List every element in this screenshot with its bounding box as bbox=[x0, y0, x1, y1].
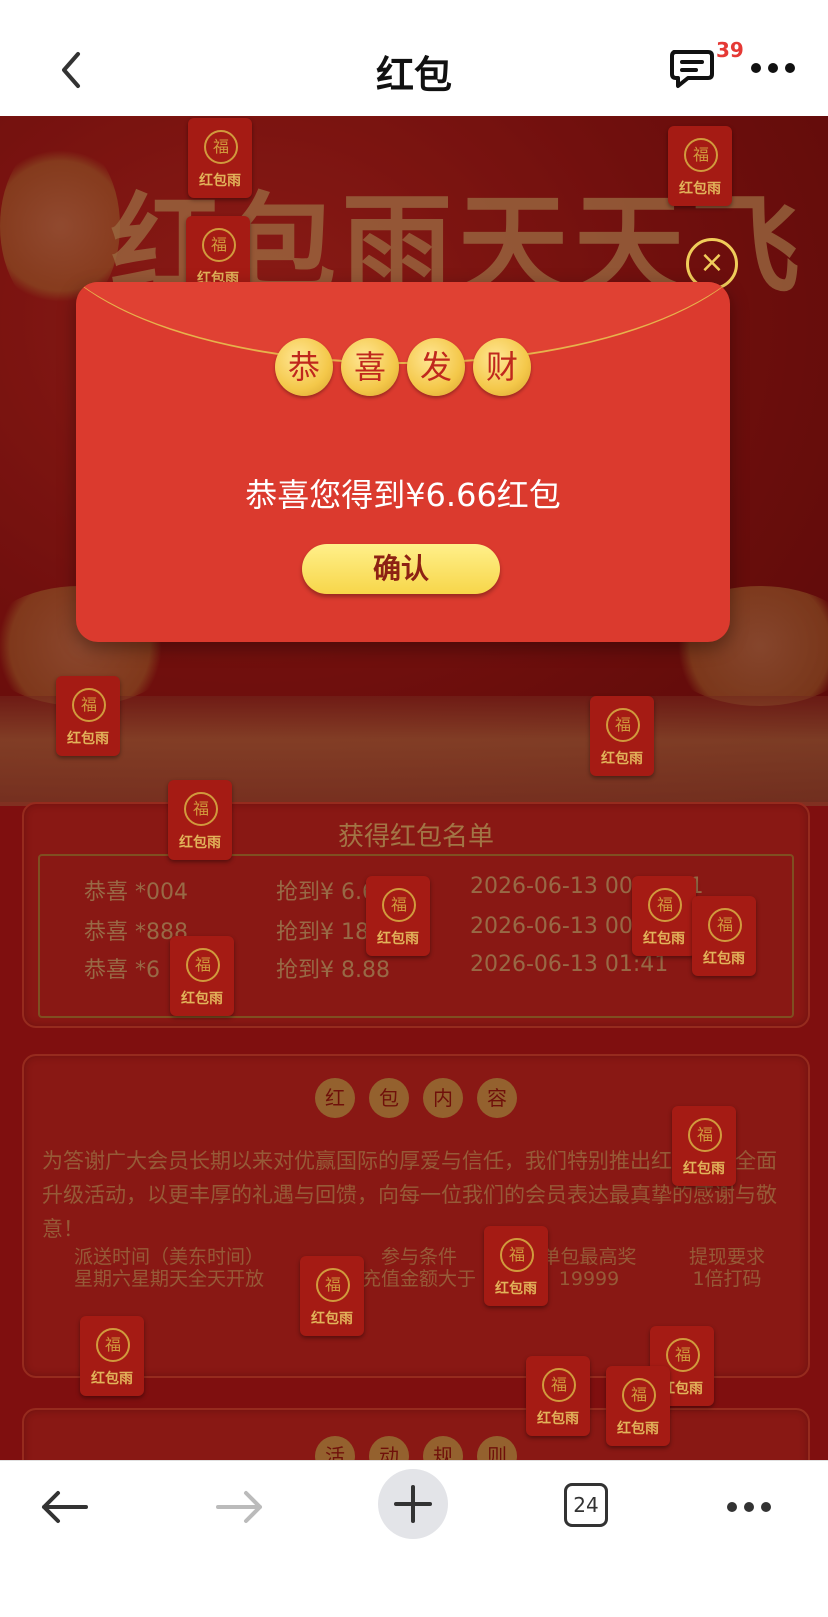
falling-red-envelope[interactable]: 福红包雨 bbox=[606, 1366, 670, 1446]
status-bar bbox=[0, 0, 828, 21]
nav-bar: 红包 39 bbox=[0, 20, 828, 116]
confirm-button[interactable]: 确认 bbox=[302, 544, 500, 594]
falling-red-envelope[interactable]: 福红包雨 bbox=[80, 1316, 144, 1396]
falling-red-envelope[interactable]: 福红包雨 bbox=[56, 676, 120, 756]
falling-red-envelope[interactable]: 福红包雨 bbox=[188, 118, 252, 198]
back-arrow-icon[interactable] bbox=[36, 1485, 92, 1529]
falling-red-envelope[interactable]: 福红包雨 bbox=[632, 876, 696, 956]
red-envelope-result-modal: 恭喜发财 恭喜您得到¥6.66红包 确认 bbox=[76, 282, 730, 642]
coin-char: 财 bbox=[473, 338, 531, 396]
new-tab-plus-button[interactable] bbox=[378, 1469, 448, 1539]
falling-red-envelope[interactable]: 福红包雨 bbox=[366, 876, 430, 956]
falling-red-envelope[interactable]: 福红包雨 bbox=[668, 126, 732, 206]
falling-red-envelope[interactable]: 福红包雨 bbox=[170, 936, 234, 1016]
congrats-coins: 恭喜发财 bbox=[76, 338, 730, 396]
coin-char: 恭 bbox=[275, 338, 333, 396]
falling-red-envelope[interactable]: 福红包雨 bbox=[672, 1106, 736, 1186]
forward-arrow-icon[interactable] bbox=[212, 1485, 268, 1529]
coin-char: 发 bbox=[407, 338, 465, 396]
message-count-badge: 39 bbox=[716, 38, 744, 62]
falling-red-envelope[interactable]: 福红包雨 bbox=[692, 896, 756, 976]
falling-red-envelope[interactable]: 福红包雨 bbox=[526, 1356, 590, 1436]
more-dots-icon[interactable] bbox=[724, 1487, 774, 1527]
falling-red-envelope[interactable]: 福红包雨 bbox=[484, 1226, 548, 1306]
more-dots-icon[interactable] bbox=[748, 48, 798, 88]
reward-message: 恭喜您得到¥6.66红包 bbox=[245, 476, 561, 514]
tabs-count-button[interactable]: 24 bbox=[564, 1483, 608, 1527]
falling-red-envelope[interactable]: 福红包雨 bbox=[590, 696, 654, 776]
coin-char: 喜 bbox=[341, 338, 399, 396]
browser-bottom-bar: 24 bbox=[0, 1460, 828, 1617]
message-icon[interactable] bbox=[668, 46, 716, 90]
falling-red-envelope[interactable]: 福红包雨 bbox=[300, 1256, 364, 1336]
falling-red-envelope[interactable]: 福红包雨 bbox=[168, 780, 232, 860]
